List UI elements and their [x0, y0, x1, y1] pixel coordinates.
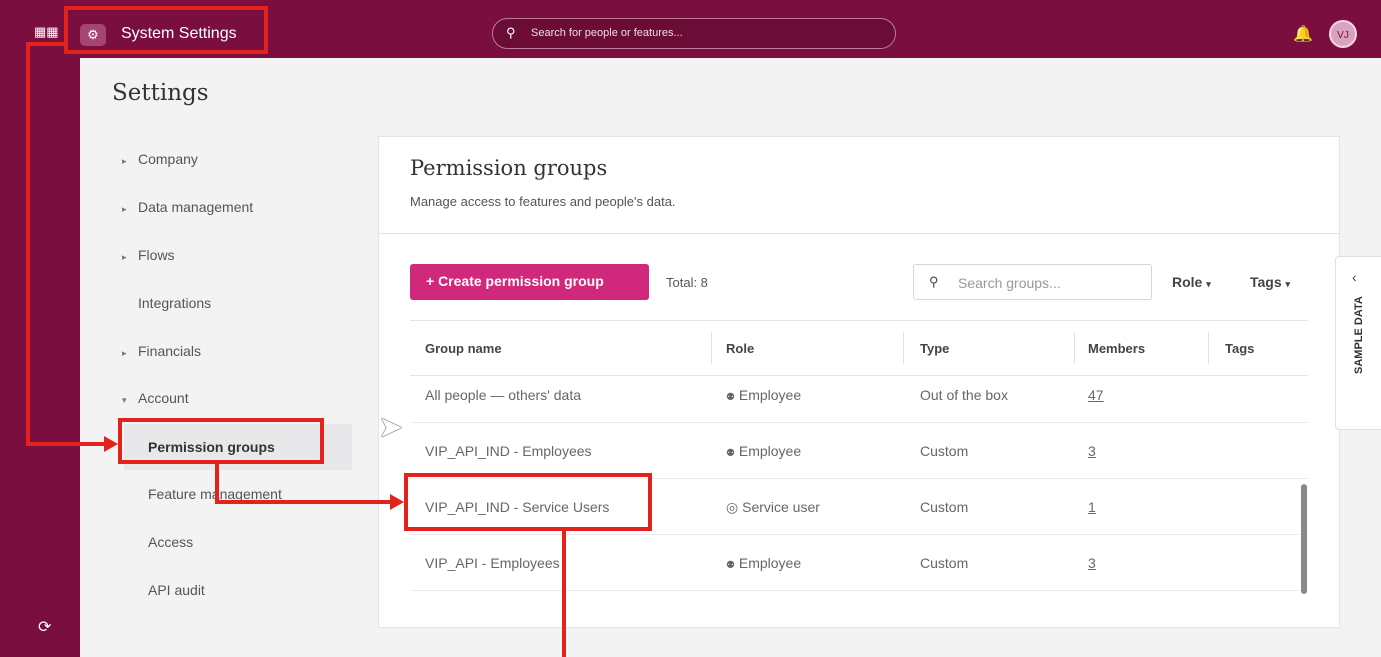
annotation-line — [562, 530, 566, 657]
search-groups-placeholder: Search groups... — [958, 275, 1061, 291]
column-separator — [1208, 332, 1209, 364]
card-title: Permission groups — [410, 156, 608, 180]
service-user-icon: ◎ — [726, 499, 739, 515]
people-icon: ⚉ — [726, 392, 735, 403]
column-header-group-name[interactable]: Group name — [425, 341, 502, 356]
avatar[interactable]: VJ — [1329, 20, 1357, 48]
column-header-type[interactable]: Type — [920, 341, 949, 356]
global-search-input[interactable]: ⚲ Search for people or features... — [492, 18, 896, 49]
annotation-arrow — [390, 494, 404, 510]
sample-data-tab[interactable]: ‹ SAMPLE DATA — [1335, 256, 1381, 430]
sidebar-item-label: Flows — [138, 247, 175, 263]
sidebar-item-label: Financials — [138, 343, 202, 359]
table-header — [410, 320, 1308, 376]
sidebar-item-label: Data management — [138, 199, 254, 215]
divider — [378, 233, 1340, 234]
role-cell: ⚉ Employee — [726, 443, 801, 459]
role-filter-dropdown[interactable]: Role ▾ — [1172, 274, 1211, 290]
sample-data-label: SAMPLE DATA — [1353, 296, 1365, 374]
caret-down-icon: ▾ — [122, 395, 127, 405]
total-count: Total: 8 — [666, 275, 708, 290]
column-separator — [1074, 332, 1075, 364]
people-icon: ⚉ — [726, 448, 735, 459]
type-cell: Custom — [920, 499, 969, 515]
role-label: Employee — [738, 387, 802, 403]
bell-icon[interactable]: 🔔 — [1293, 24, 1313, 44]
group-name-cell[interactable]: All people — others' data — [425, 387, 581, 403]
sidebar-item-flows[interactable]: ▸ Flows — [122, 247, 175, 263]
refresh-icon[interactable]: ⟳ — [38, 617, 51, 637]
annotation-box-permission-groups — [118, 418, 324, 464]
members-link[interactable]: 47 — [1088, 387, 1104, 403]
people-icon: ⚉ — [726, 560, 735, 571]
type-cell: Custom — [920, 443, 969, 459]
caret-right-icon: ▸ — [122, 156, 127, 166]
search-icon: ⚲ — [929, 274, 939, 289]
page-title: Settings — [112, 80, 209, 106]
chevron-down-icon: ▾ — [1206, 279, 1211, 289]
members-link[interactable]: 3 — [1088, 555, 1096, 571]
left-rail — [0, 58, 80, 657]
members-link[interactable]: 1 — [1088, 499, 1096, 515]
role-label: Service user — [742, 499, 820, 515]
search-groups-input[interactable]: ⚲ Search groups... — [913, 264, 1152, 300]
annotation-line — [215, 462, 219, 504]
role-cell: ◎ Service user — [726, 499, 820, 516]
annotation-line — [26, 42, 66, 46]
sidebar-item-label: Company — [138, 151, 198, 167]
annotation-line — [26, 42, 30, 446]
column-header-role[interactable]: Role — [726, 341, 754, 356]
caret-right-icon: ▸ — [122, 348, 127, 358]
global-search-placeholder: Search for people or features... — [531, 27, 683, 39]
column-separator — [903, 332, 904, 364]
card-subtitle: Manage access to features and people's d… — [410, 194, 676, 209]
search-icon: ⚲ — [506, 25, 516, 40]
column-header-members[interactable]: Members — [1088, 341, 1145, 356]
row-divider — [410, 422, 1308, 423]
role-cell: ⚉ Employee — [726, 387, 801, 403]
chevron-down-icon: ▾ — [1285, 279, 1291, 289]
annotation-box-service-users — [404, 473, 652, 531]
sidebar-item-label: Account — [138, 390, 189, 406]
column-header-tags[interactable]: Tags — [1225, 341, 1254, 356]
row-divider — [410, 590, 1308, 591]
annotation-box-system-settings — [64, 6, 268, 54]
sidebar-item-data-management[interactable]: ▸ Data management — [122, 199, 253, 215]
filter-label: Tags — [1250, 274, 1282, 290]
role-cell: ⚉ Employee — [726, 555, 801, 571]
mouse-cursor-icon: ➤ — [378, 411, 404, 444]
filter-label: Role — [1172, 274, 1203, 290]
annotation-line — [26, 442, 106, 446]
group-name-cell[interactable]: VIP_API_IND - Employees — [425, 443, 592, 459]
sidebar-item-access[interactable]: Access — [148, 534, 193, 550]
sidebar-item-label: Integrations — [138, 295, 212, 311]
create-permission-group-button[interactable]: + Create permission group — [410, 264, 649, 300]
caret-right-icon: ▸ — [122, 204, 127, 214]
role-label: Employee — [738, 555, 802, 571]
column-separator — [711, 332, 712, 364]
chevron-left-icon: ‹ — [1352, 269, 1357, 285]
group-name-cell[interactable]: VIP_API - Employees — [425, 555, 560, 571]
sidebar-item-api-audit[interactable]: API audit — [148, 582, 205, 598]
annotation-arrow — [104, 436, 118, 452]
tags-filter-dropdown[interactable]: Tags ▾ — [1250, 274, 1290, 290]
table-scrollbar[interactable] — [1301, 484, 1307, 594]
sidebar-item-integrations[interactable]: Integrations — [138, 295, 211, 311]
sidebar-item-financials[interactable]: ▸ Financials — [122, 343, 201, 359]
sidebar-item-account[interactable]: ▾ Account — [122, 390, 189, 406]
annotation-line — [215, 500, 391, 504]
type-cell: Out of the box — [920, 387, 1008, 403]
members-link[interactable]: 3 — [1088, 443, 1096, 459]
role-label: Employee — [738, 443, 802, 459]
caret-right-icon: ▸ — [122, 252, 127, 262]
row-divider — [410, 534, 1308, 535]
sidebar-item-company[interactable]: ▸ Company — [122, 151, 198, 167]
app-grid-icon[interactable]: ▦▦ — [34, 25, 59, 38]
type-cell: Custom — [920, 555, 969, 571]
